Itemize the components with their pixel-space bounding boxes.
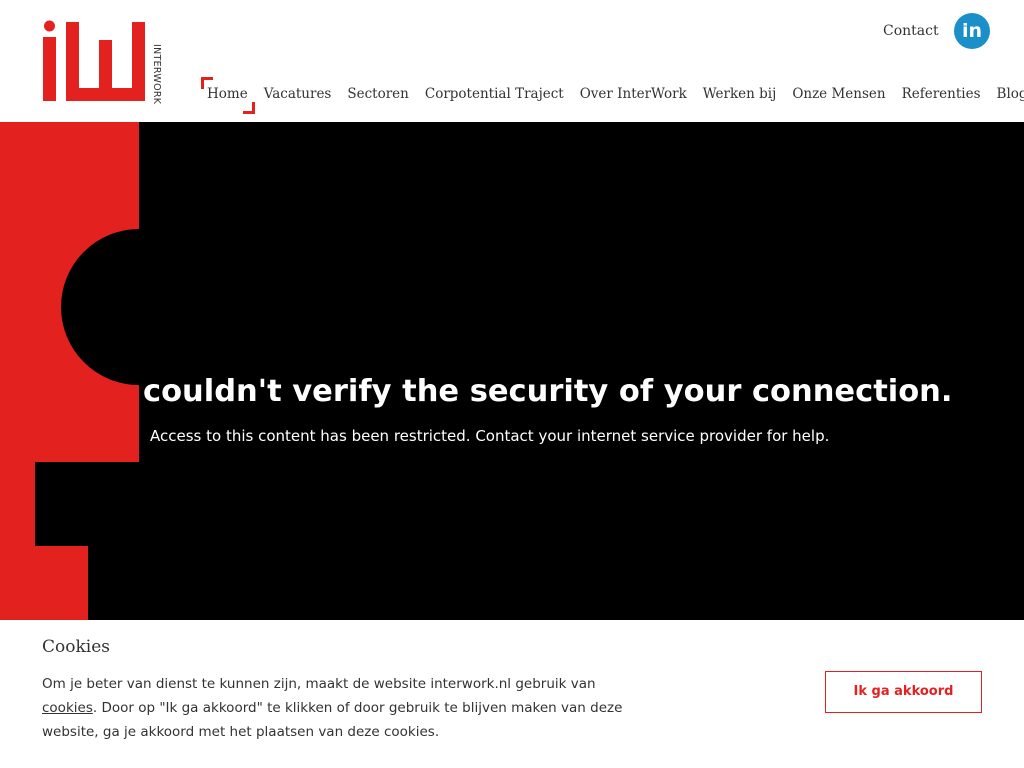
- cookie-text: Om je beter van dienst te kunnen zijn, m…: [42, 672, 652, 744]
- hero-banner: couldn't verify the security of your con…: [0, 122, 1024, 620]
- nav-item-home[interactable]: Home: [201, 77, 255, 114]
- nav-item-werken-bij[interactable]: Werken bij: [703, 85, 777, 105]
- cookie-title: Cookies: [42, 637, 110, 657]
- nav-item-label: Home: [207, 86, 248, 102]
- main-nav: Home Vacatures Sectoren Corpotential Tra…: [201, 77, 1024, 114]
- nav-item-blog[interactable]: Blog: [997, 85, 1024, 105]
- active-bracket-top-left: [201, 77, 213, 89]
- hero-puzzle-graphic: [0, 122, 139, 620]
- nav-item-vacatures[interactable]: Vacatures: [264, 85, 332, 105]
- nav-item-referenties[interactable]: Referenties: [902, 85, 981, 105]
- accept-cookies-button[interactable]: Ik ga akkoord: [825, 671, 982, 713]
- linkedin-icon[interactable]: in: [954, 13, 990, 49]
- logo-mark: INTERWORK: [43, 20, 162, 105]
- site-header: INTERWORK Contact in Home Vacatures Sect…: [0, 0, 1024, 122]
- hero-title: couldn't verify the security of your con…: [143, 374, 953, 409]
- cookie-text-before: Om je beter van dienst te kunnen zijn, m…: [42, 676, 596, 692]
- cookies-link[interactable]: cookies: [42, 700, 93, 716]
- nav-item-sectoren[interactable]: Sectoren: [347, 85, 409, 105]
- nav-item-over-interwork[interactable]: Over InterWork: [580, 85, 687, 105]
- interwork-logo[interactable]: INTERWORK: [42, 20, 167, 105]
- contact-link[interactable]: Contact: [883, 21, 939, 41]
- nav-item-onze-mensen[interactable]: Onze Mensen: [792, 85, 885, 105]
- logo-subtext: INTERWORK: [151, 44, 162, 104]
- cookie-banner: Cookies Om je beter van dienst te kunnen…: [0, 620, 1024, 768]
- hero-subtitle: Access to this content has been restrict…: [150, 427, 830, 445]
- active-bracket-bottom-right: [242, 102, 255, 114]
- nav-item-corpotential-traject[interactable]: Corpotential Traject: [425, 85, 564, 105]
- linkedin-glyph: in: [961, 20, 983, 42]
- cookie-text-after: . Door op "Ik ga akkoord" te klikken of …: [42, 700, 623, 740]
